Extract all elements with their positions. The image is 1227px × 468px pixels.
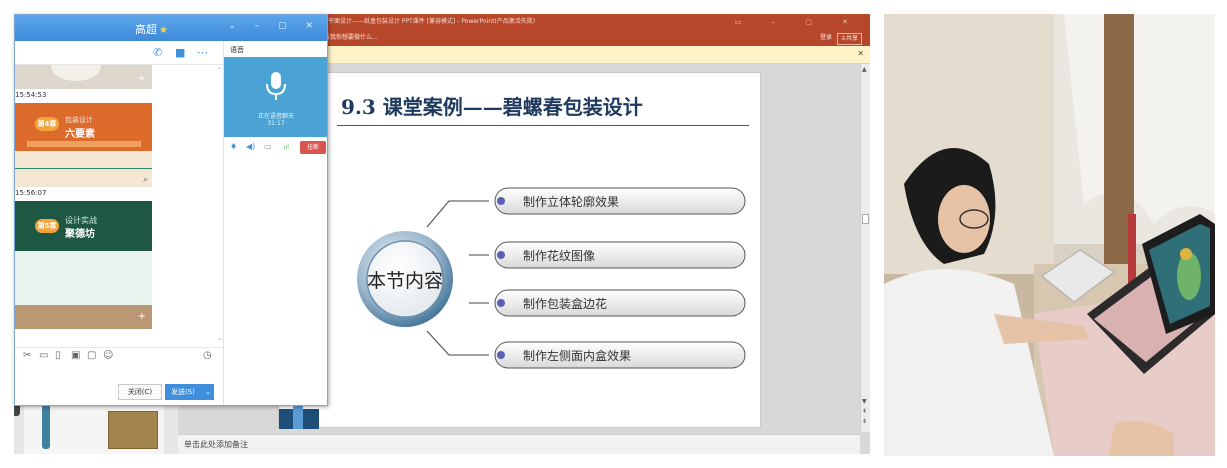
image-message-3[interactable]: 第5章 设计实战 聚德坊 + xyxy=(15,201,152,329)
student-photo xyxy=(884,14,1215,456)
chat-window: 高超 ★ ⌄ – ▢ ✕ ✆ ■ ⋯ + 15:54:53 第4章 包装设计 六要… xyxy=(14,14,328,406)
close-icon[interactable]: ✕ xyxy=(857,49,864,58)
item-bullet-2 xyxy=(497,251,505,259)
voice-call-panel: 语音 正在语音聊天 31:17 ♦ ◀) ▭ .ııl 挂断 xyxy=(223,41,327,405)
message-time-1: 15:54:53 xyxy=(15,91,47,99)
message-time-2: 15:56:07 xyxy=(15,189,47,197)
item-label-4: 制作左侧面内盒效果 xyxy=(523,348,631,363)
contact-name: 高超 ★ xyxy=(135,21,168,37)
image-message-2[interactable]: 第4章 包装设计 六要素 ⌕ xyxy=(15,103,152,187)
notes-pane[interactable]: 单击此处添加备注 xyxy=(178,434,860,454)
connector-line-1 xyxy=(426,200,489,228)
contact-name-text: 高超 xyxy=(135,23,157,36)
zoom-icon[interactable]: + xyxy=(138,73,146,84)
voice-status: 正在语音聊天 xyxy=(257,113,294,120)
item-label-3: 制作包装盒边花 xyxy=(523,296,607,311)
item-bullet-3 xyxy=(497,299,505,307)
card-subtitle: 包装设计 xyxy=(65,116,93,124)
connector-line-4 xyxy=(426,330,489,356)
zoom-icon[interactable]: + xyxy=(138,311,146,322)
scroll-down-icon[interactable]: ▼ xyxy=(862,398,867,405)
emoji-icon[interactable]: ☺ xyxy=(103,350,113,361)
microphone-icon xyxy=(266,72,286,100)
send-label: 发送(S) xyxy=(171,388,195,396)
voice-label: 语音 xyxy=(230,46,244,54)
content-diagram: 本节内容 制作立体轮廓效果 制作花纹图像 制作包装盒边花 制作左侧面内盒效果 xyxy=(357,187,746,369)
ppt-vertical-scrollbar[interactable]: ▲ ▼ ⇞ ⇟ xyxy=(860,64,870,432)
item-bullet-4 xyxy=(497,351,505,359)
ppt-window-controls[interactable]: ▭ – ▢ ✕ xyxy=(735,14,862,30)
student-photo-illustration xyxy=(884,14,1215,456)
scroll-up-icon[interactable]: ▲ xyxy=(862,66,867,73)
ppt-window-title: 平面设计——纸盒包装设计 PPT课件 [兼容模式] - PowerPoint(产… xyxy=(328,18,536,25)
voice-status-panel: 正在语音聊天 31:17 xyxy=(224,57,327,137)
call-timer: 31:17 xyxy=(267,120,285,127)
folder-icon[interactable]: ▭ xyxy=(39,350,48,361)
scroll-thumb[interactable] xyxy=(862,214,869,224)
cup-image xyxy=(51,65,101,81)
item-label-2: 制作花纹图像 xyxy=(523,248,595,263)
center-label: 本节内容 xyxy=(367,270,443,292)
item-label-1: 制作立体轮廓效果 xyxy=(523,194,619,209)
file-icon[interactable]: ▯ xyxy=(55,350,61,361)
mic-toggle-icon[interactable]: ♦ xyxy=(230,142,237,151)
login-link[interactable]: 登录 xyxy=(820,30,832,46)
share-button[interactable]: ♙共享 xyxy=(836,33,862,45)
chevron-down-icon[interactable]: ⌄ xyxy=(205,384,211,400)
chat-header: 高超 ★ ⌄ – ▢ ✕ xyxy=(15,15,327,41)
next-slide-icon[interactable]: ⇟ xyxy=(862,418,867,425)
message-input[interactable] xyxy=(15,365,223,383)
card-title: 聚德坊 xyxy=(65,229,95,240)
card-strip xyxy=(27,141,141,147)
magnify-icon[interactable]: ⌕ xyxy=(143,175,148,185)
star-icon: ★ xyxy=(159,25,168,36)
scroll-down-icon[interactable]: ⌄ xyxy=(217,335,222,342)
screen-icon[interactable]: ▢ xyxy=(87,350,96,361)
camera-icon[interactable]: ▭ xyxy=(264,142,272,151)
slide-canvas[interactable]: 9.3 课堂案例——碧螺春包装设计 本节内容 制作立体轮廓效果 制作花纹图像 制… xyxy=(278,72,761,429)
signal-icon: .ııl xyxy=(282,144,289,151)
chapter-badge: 第5章 xyxy=(35,219,59,233)
scroll-up-icon[interactable]: ⌃ xyxy=(217,67,222,74)
item-bullet-1 xyxy=(497,197,505,205)
image-icon[interactable]: ▣ xyxy=(71,350,80,361)
more-icon[interactable]: ⋯ xyxy=(197,46,208,59)
image-message-1[interactable]: + xyxy=(15,65,152,89)
speaker-icon[interactable]: ◀) xyxy=(246,142,255,151)
video-icon[interactable]: ■ xyxy=(175,46,185,59)
card-title: 六要素 xyxy=(65,129,95,140)
chapter-badge: 第4章 xyxy=(35,117,59,131)
phone-icon[interactable]: ✆ xyxy=(153,46,162,59)
chat-input-toolbar: ✂ ▭ ▯ ▣ ▢ ☺ ◷ xyxy=(15,347,223,365)
history-icon[interactable]: ◷ xyxy=(203,350,212,361)
chat-history[interactable]: + 15:54:53 第4章 包装设计 六要素 ⌕ 15:56:07 第5章 设… xyxy=(15,65,223,347)
share-label: 共享 xyxy=(845,35,858,42)
screenshot: 平面设计——纸盒包装设计 PPT课件 [兼容模式] - PowerPoint(产… xyxy=(0,0,1227,468)
hangup-button[interactable]: 挂断 xyxy=(300,141,326,154)
close-button[interactable]: 关闭(C) xyxy=(118,384,162,400)
card-photo xyxy=(15,305,152,329)
card-line xyxy=(15,168,152,169)
chat-window-controls[interactable]: ⌄ – ▢ ✕ xyxy=(228,21,321,31)
prev-slide-icon[interactable]: ⇞ xyxy=(862,408,867,415)
package-box-image-2 xyxy=(108,411,158,449)
send-button[interactable]: 发送(S) ⌄ xyxy=(165,384,214,400)
chat-toolbar: ✆ ■ ⋯ xyxy=(15,41,223,65)
scissors-icon[interactable]: ✂ xyxy=(23,350,31,361)
